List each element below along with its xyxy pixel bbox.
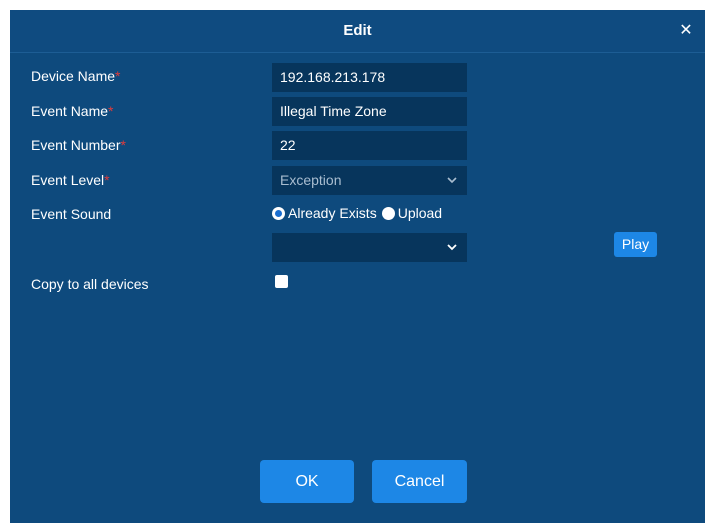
event-level-label: Event Level* (31, 172, 110, 188)
edit-dialog: Edit ✕ Device Name* 192.168.213.178 Even… (10, 10, 705, 523)
copy-to-all-label: Copy to all devices (31, 276, 149, 292)
event-number-label: Event Number* (31, 137, 126, 153)
required-mark: * (115, 68, 121, 84)
ok-button[interactable]: OK (260, 460, 354, 503)
radio-upload-label: Upload (397, 205, 443, 221)
cancel-button[interactable]: Cancel (372, 460, 467, 503)
event-name-field[interactable]: Illegal Time Zone (272, 97, 467, 126)
required-mark: * (120, 137, 126, 153)
event-level-select[interactable]: Exception (272, 166, 467, 195)
dialog-title: Edit (343, 22, 372, 39)
required-mark: * (108, 103, 114, 119)
close-icon[interactable]: ✕ (677, 22, 695, 40)
event-name-label: Event Name* (31, 103, 114, 119)
device-name-label: Device Name* (31, 68, 121, 84)
copy-to-all-checkbox[interactable] (275, 275, 288, 288)
play-button[interactable]: Play (614, 232, 657, 257)
radio-already-exists[interactable] (272, 206, 285, 220)
required-mark: * (104, 172, 110, 188)
event-number-field[interactable]: 22 (272, 131, 467, 160)
dialog-titlebar: Edit ✕ (10, 10, 705, 53)
chevron-down-icon (447, 177, 457, 184)
radio-already-exists-label: Already Exists (288, 205, 377, 221)
sound-file-select[interactable] (272, 233, 467, 262)
event-sound-label: Event Sound (31, 206, 112, 222)
chevron-down-icon (447, 244, 457, 251)
event-sound-options: Already Exists Upload (272, 204, 442, 222)
event-level-value: Exception (280, 172, 342, 188)
radio-upload[interactable] (381, 206, 395, 220)
device-name-field[interactable]: 192.168.213.178 (272, 63, 467, 92)
